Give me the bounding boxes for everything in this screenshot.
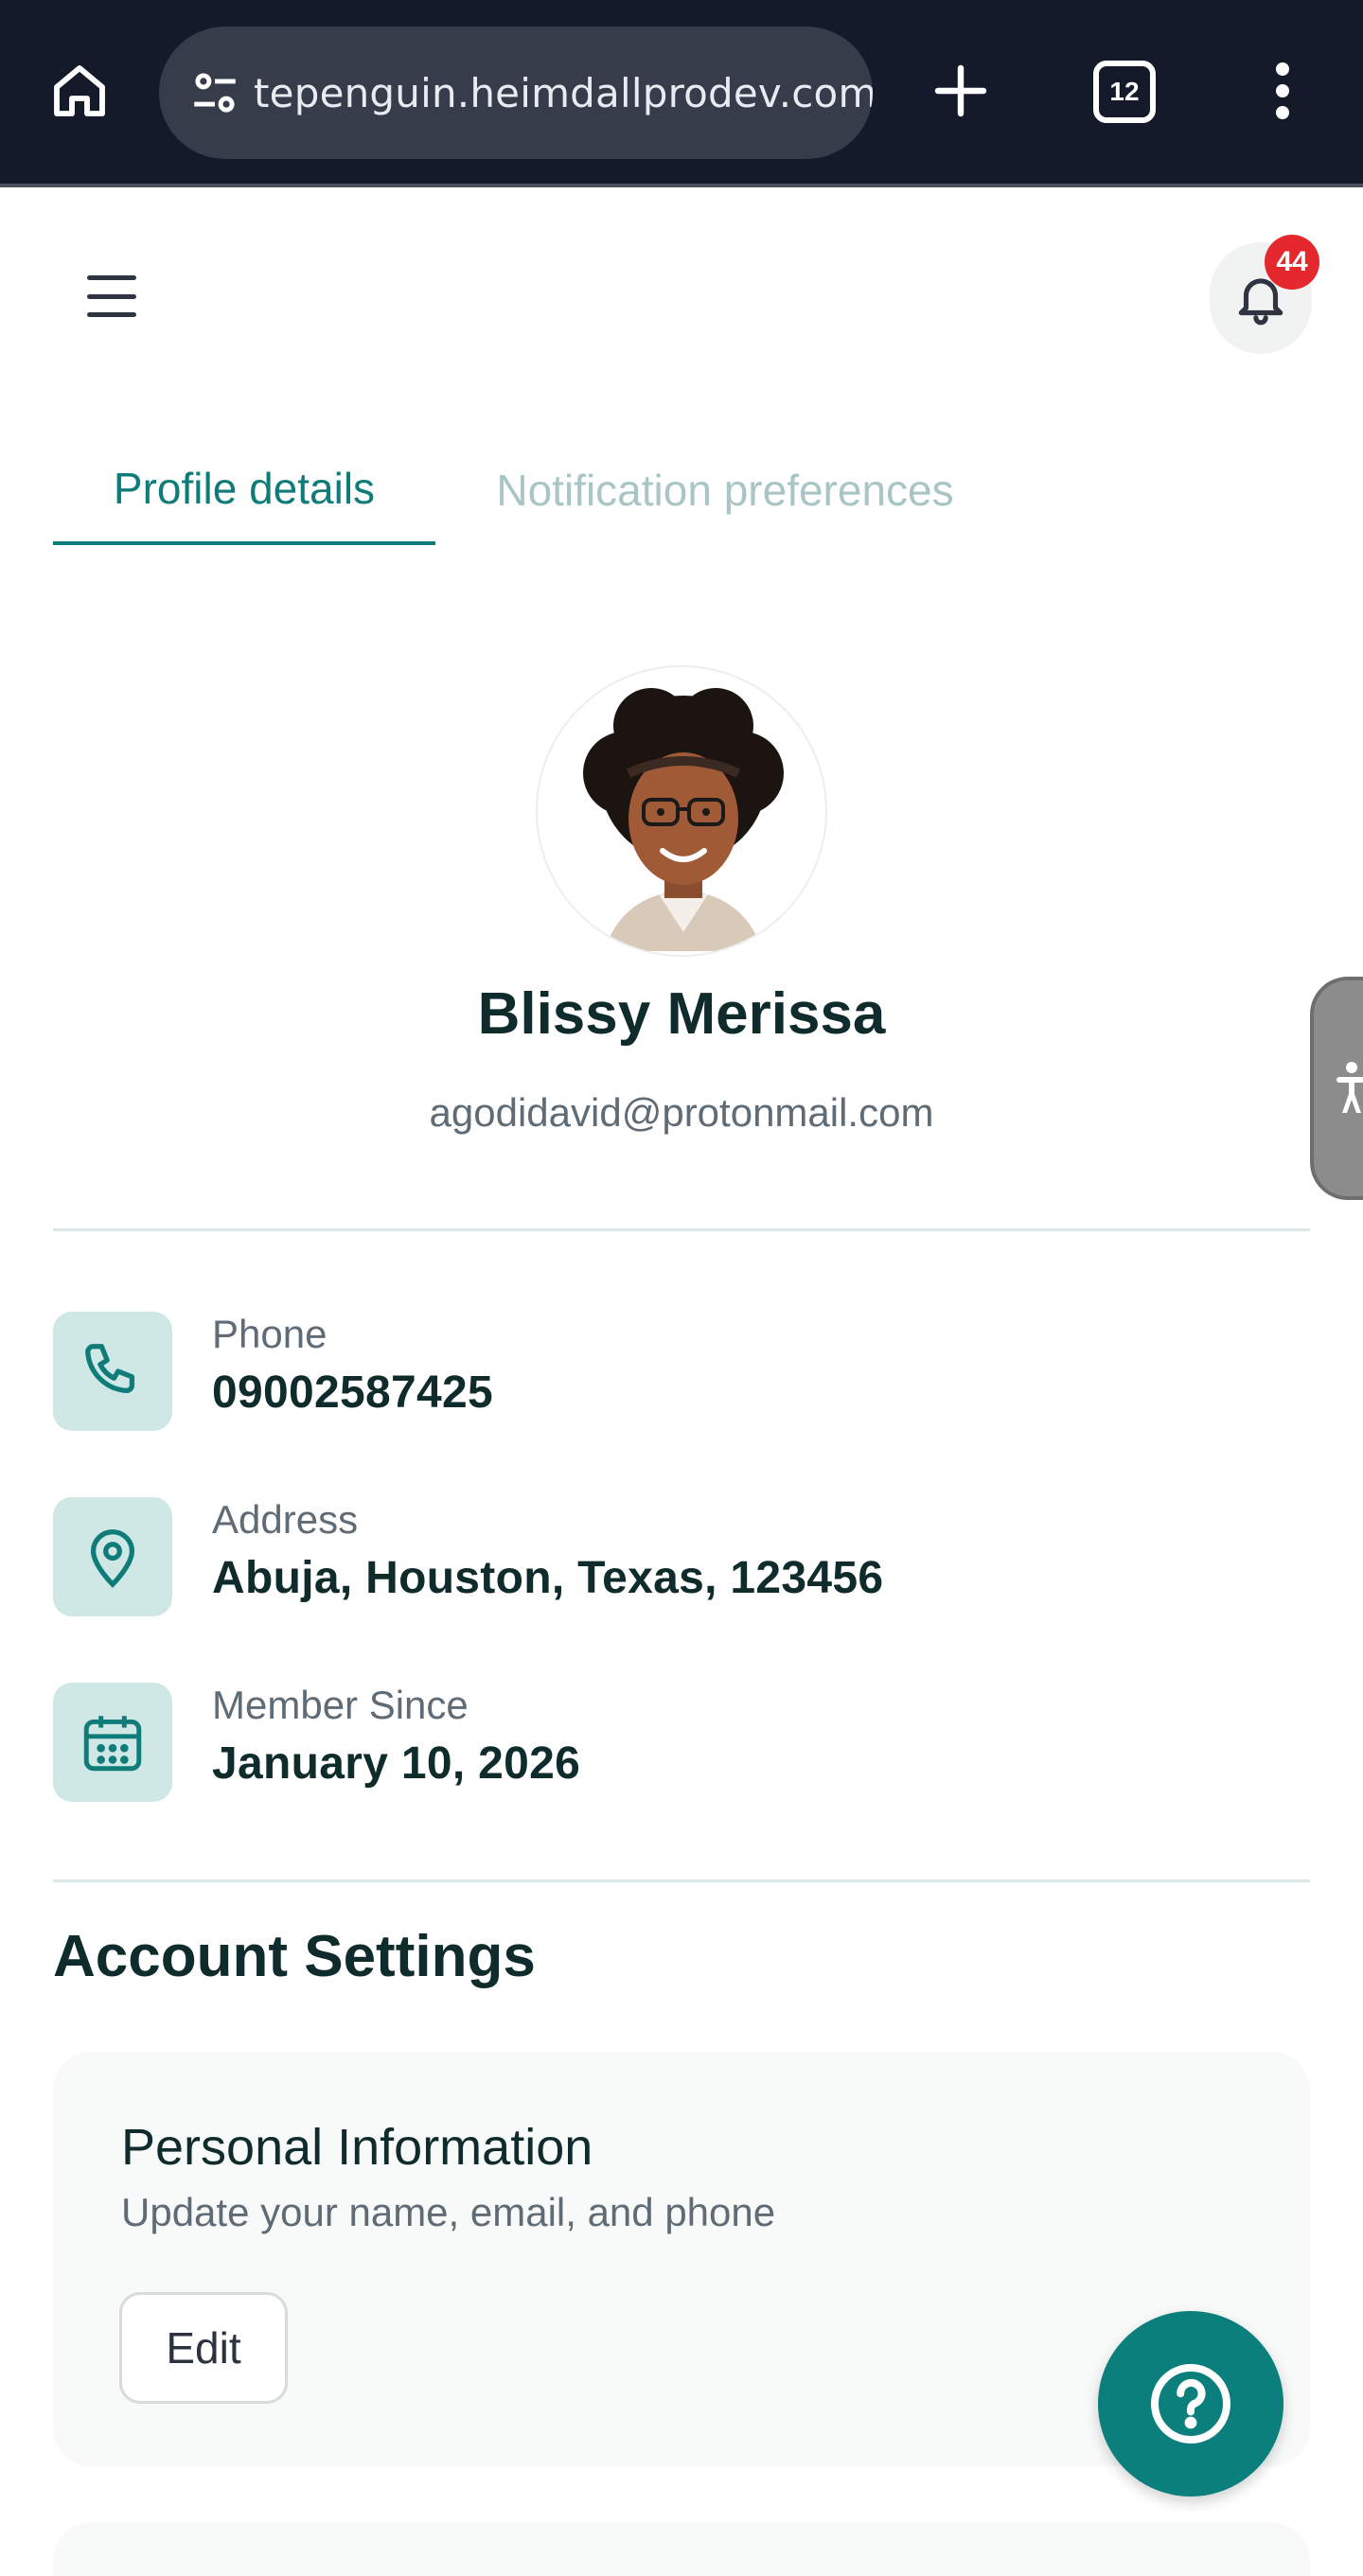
- info-row-member-since: Member Since January 10, 2026: [53, 1683, 1283, 1802]
- info-label: Member Since: [212, 1683, 469, 1727]
- avatar: [536, 665, 827, 957]
- notification-count-badge: 44: [1265, 235, 1319, 290]
- profile-name: Blissy Merissa: [477, 981, 886, 1047]
- edit-button[interactable]: Edit: [119, 2292, 288, 2404]
- accessibility-icon[interactable]: [1310, 977, 1363, 1200]
- info-label: Phone: [212, 1312, 327, 1356]
- info-value: 09002587425: [212, 1367, 493, 1418]
- next-settings-card: [53, 2523, 1310, 2576]
- notifications-button[interactable]: 44: [1210, 235, 1319, 354]
- browser-toolbar: tepenguin.heimdallprodev.com 12: [0, 0, 1363, 187]
- info-row-phone: Phone 09002587425: [53, 1312, 1283, 1431]
- profile-tabs: Profile details Notification preferences: [53, 435, 1310, 545]
- more-vertical-icon[interactable]: [1264, 53, 1301, 129]
- home-icon[interactable]: [42, 53, 117, 129]
- tabs-icon[interactable]: 12: [1093, 61, 1156, 123]
- info-row-address: Address Abuja, Houston, Texas, 123456: [53, 1497, 1283, 1616]
- account-settings-title: Account Settings: [53, 1924, 536, 1989]
- help-icon[interactable]: [1098, 2311, 1283, 2497]
- profile-email: agodidavid@protonmail.com: [429, 1090, 934, 1135]
- plus-icon[interactable]: [923, 53, 999, 129]
- info-value: January 10, 2026: [212, 1738, 581, 1789]
- menu-icon[interactable]: [83, 270, 140, 323]
- info-value: Abuja, Houston, Texas, 123456: [212, 1553, 884, 1603]
- card-title: Personal Information: [121, 2119, 593, 2176]
- divider: [53, 1879, 1310, 1882]
- tab-profile-details[interactable]: Profile details: [53, 435, 435, 545]
- phone-icon: [53, 1312, 172, 1431]
- tab-notification-preferences[interactable]: Notification preferences: [469, 435, 981, 545]
- divider: [53, 1228, 1310, 1231]
- toolbar-divider: [0, 184, 1363, 187]
- url-text[interactable]: tepenguin.heimdallprodev.com: [254, 70, 873, 116]
- map-pin-icon: [53, 1497, 172, 1616]
- info-label: Address: [212, 1497, 359, 1542]
- calendar-icon: [53, 1683, 172, 1802]
- card-subtitle: Update your name, email, and phone: [121, 2190, 776, 2234]
- address-bar[interactable]: tepenguin.heimdallprodev.com: [159, 26, 873, 159]
- site-settings-icon[interactable]: [182, 60, 248, 126]
